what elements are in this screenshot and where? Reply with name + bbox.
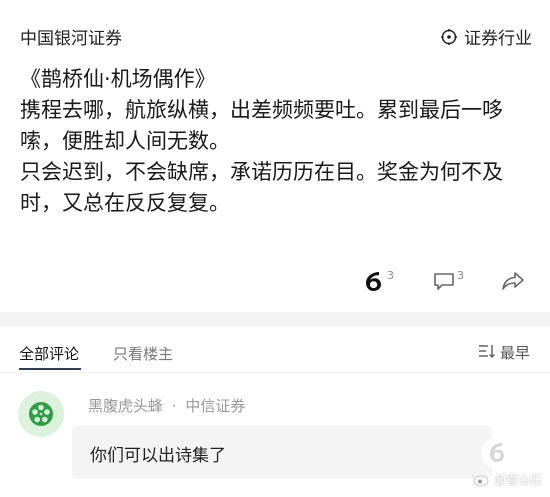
share-icon (500, 269, 526, 297)
post-line: 时，又总在反反复复。 (20, 191, 230, 215)
target-icon (441, 28, 457, 45)
comment-button[interactable]: 3 (432, 268, 464, 298)
comment-tabs: 全部评论 只看楼主 最早 (0, 326, 550, 372)
commenter-company: 中信证券 (185, 397, 246, 415)
avatar[interactable] (18, 391, 64, 437)
commenter-separator: · (171, 397, 177, 415)
weibo-logo-icon (473, 470, 491, 488)
post-title: 《鹊桥仙·机场偶作》 (20, 67, 216, 91)
comment-item: 黑腹虎头蜂 · 中信证券 你们可以出诗集了 (0, 372, 550, 497)
share-button[interactable] (500, 268, 526, 298)
six-badge-icon (480, 436, 514, 470)
commenter-name[interactable]: 黑腹虎头蜂 (88, 397, 163, 415)
post-body: 《鹊桥仙·机场偶作》 携程去哪，航旅纵横，出差频频要吐。累到最后一哆 嗦，便胜却… (20, 64, 532, 219)
post-header: 中国银河证券 证券行业 (0, 0, 550, 64)
commenter-info: 黑腹虎头蜂 · 中信证券 (88, 395, 249, 416)
sort-label: 最早 (499, 344, 530, 362)
sort-list-icon (478, 343, 496, 363)
industry-label: 证券行业 (464, 29, 532, 49)
post-line: 嗦，便胜却人间无数。 (20, 129, 230, 153)
section-divider (0, 312, 550, 326)
like-count: 3 (387, 268, 394, 282)
sort-toggle[interactable]: 最早 (478, 342, 530, 363)
tab-all-comments[interactable]: 全部评论 (19, 343, 79, 364)
active-tab-indicator (19, 368, 81, 370)
watermark-text: @雪山石 (493, 472, 542, 487)
industry-tag[interactable]: 证券行业 (441, 24, 532, 49)
comment-count: 3 (457, 268, 464, 282)
comment-bubble[interactable]: 你们可以出诗集了 (72, 425, 492, 479)
post-line: 携程去哪，航旅纵横，出差频频要吐。累到最后一哆 (20, 98, 503, 122)
tab-owner-only[interactable]: 只看楼主 (113, 343, 173, 364)
company-name[interactable]: 中国银河证券 (20, 24, 122, 49)
post-line: 只会迟到，不会缺席，承诺历历在目。奖金为何不及 (20, 160, 503, 184)
comment-text: 你们可以出诗集了 (90, 446, 226, 466)
watermark: @雪山石 (473, 470, 542, 488)
like-button[interactable]: 3 (360, 268, 394, 298)
comment-icon (432, 269, 456, 297)
film-reel-icon (29, 402, 53, 426)
like-six-icon (360, 268, 386, 298)
